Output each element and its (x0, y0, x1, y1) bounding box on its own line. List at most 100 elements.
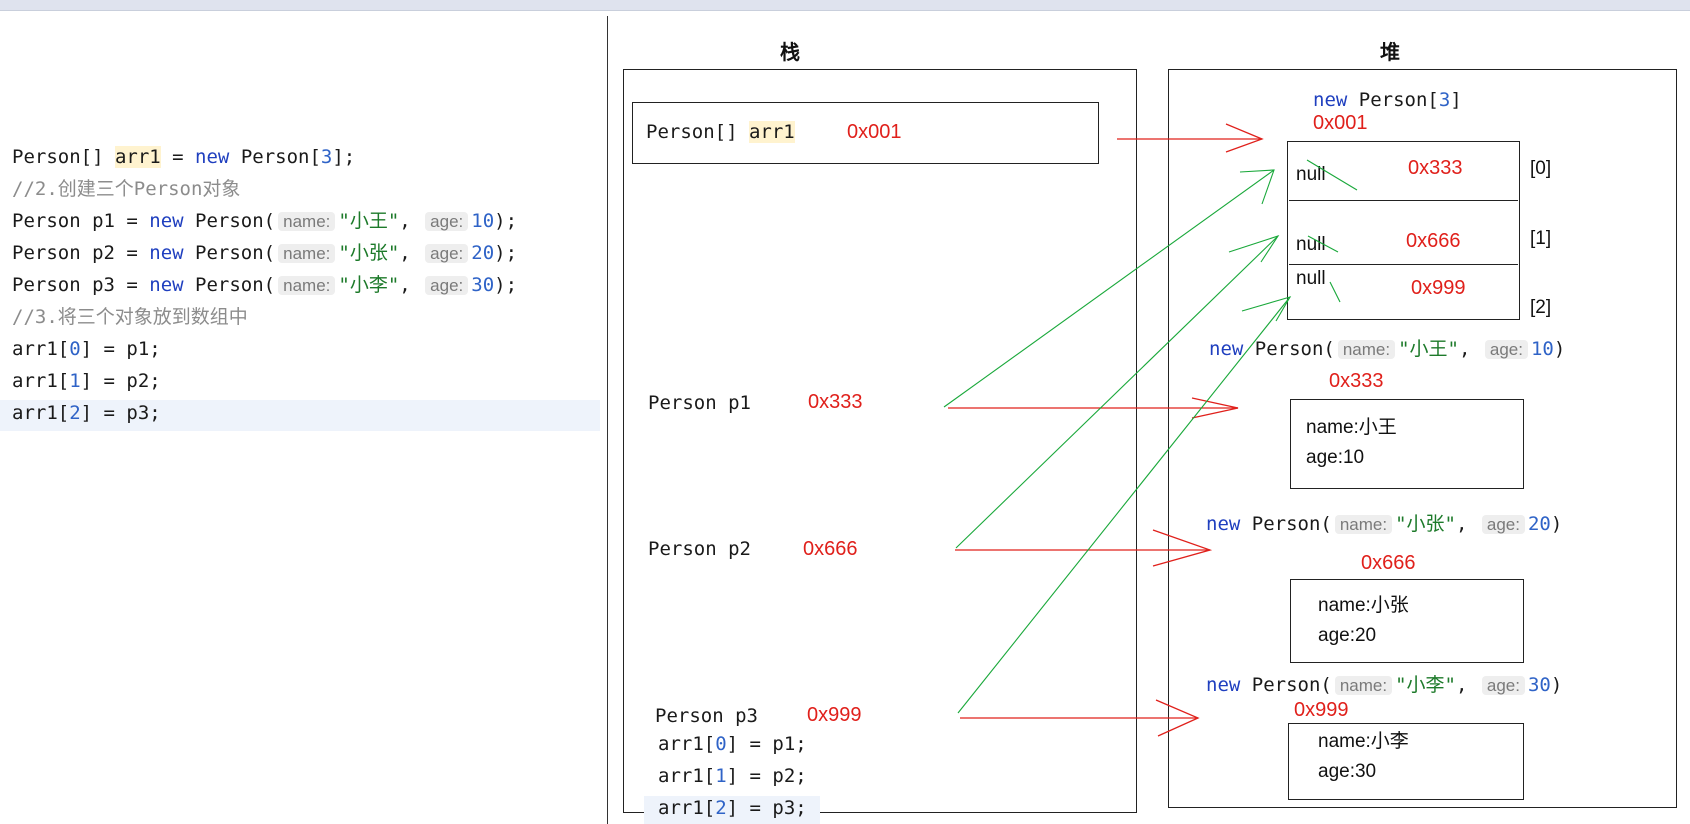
code-number: 30 (1527, 674, 1551, 696)
code-line-p1: Person p1 = new Person(name: "小王", age: 10… (12, 205, 517, 238)
stack-arr1-address: 0x001 (847, 121, 902, 143)
code-end: ) (1550, 513, 1563, 535)
code-keyword-new: new (149, 210, 184, 232)
code-assign-pre: arr1[ (658, 765, 716, 787)
code-decl: Person p2 = (12, 242, 150, 264)
code-number: 10 (1530, 338, 1554, 360)
heap-object-0-expr: new Person(name: "小王", age: 10) (1209, 333, 1565, 366)
code-number: 20 (1527, 513, 1551, 535)
stack-p3-address: 0x999 (807, 704, 862, 726)
param-hint-name: name: (278, 212, 336, 231)
code-index: 0 (69, 338, 81, 360)
code-string: "小李" (1395, 674, 1456, 696)
code-assign-pre: arr1[ (658, 733, 716, 755)
heap-object-2-name: name:小李 (1318, 731, 1409, 752)
code-keyword-new: new (149, 274, 184, 296)
stack-arr1-var: arr1 (748, 121, 795, 143)
code-keyword-new: new (1206, 513, 1241, 535)
heap-cell-2-index: [2] (1530, 297, 1552, 318)
code-keyword-new: new (195, 146, 230, 168)
code-line-assign-1: arr1[1] = p2; (12, 365, 161, 397)
code-ctor: Person( (1240, 513, 1332, 535)
code-index: 0 (715, 733, 727, 755)
code-ctor: Person( (183, 274, 276, 296)
window-top-strip (0, 0, 1690, 11)
code-ctor: Person( (1240, 674, 1332, 696)
code-sep: , (1455, 513, 1468, 535)
code-index: 1 (715, 765, 727, 787)
heap-cell-2-null: null (1296, 268, 1326, 289)
code-number: 3 (1438, 89, 1451, 111)
heap-object-1-name: name:小张 (1318, 595, 1409, 616)
heap-cell-1-null: null (1296, 234, 1326, 255)
stack-assign-0: arr1[0] = p1; (658, 728, 807, 760)
code-decl: Person p1 = (12, 210, 150, 232)
heap-object-0-age: age:10 (1306, 447, 1365, 468)
param-hint-age: age: (425, 244, 469, 263)
stack-p2-address: 0x666 (803, 538, 858, 560)
param-hint-age: age: (425, 276, 469, 295)
code-keyword-new: new (1313, 89, 1348, 111)
heap-object-2-expr: new Person(name: "小李", age: 30) (1206, 669, 1562, 702)
code-assign-post: ] = p2; (80, 370, 161, 392)
param-hint-name: name: (1334, 515, 1393, 534)
stack-title: 栈 (780, 42, 800, 64)
heap-object-1-expr: new Person(name: "小张", age: 20) (1206, 508, 1562, 541)
heap-array-cell-divider (1289, 200, 1518, 201)
code-number: 10 (471, 210, 495, 232)
code-comment-assign: //3.将三个对象放到数组中 (12, 306, 248, 328)
heap-object-2-address: 0x999 (1294, 699, 1349, 721)
param-hint-name: name: (1337, 340, 1396, 359)
code-line-array-decl: Person[] arr1 = new Person[3]; (12, 141, 355, 173)
code-eq: = (160, 146, 196, 168)
code-decl: Person p3 = (12, 274, 150, 296)
code-ctor: Person[ (1347, 89, 1439, 111)
stack-arr1-type: Person[] (646, 121, 749, 143)
stack-p2-label: Person p2 (648, 538, 751, 560)
heap-cell-0-index: [0] (1530, 158, 1552, 179)
code-var-arr1: arr1 (114, 146, 161, 168)
heap-object-1-age: age:20 (1318, 625, 1377, 646)
code-index: 2 (715, 797, 727, 819)
code-sep: , (1455, 674, 1468, 696)
stack-arr1-decl: Person[] arr1 (646, 116, 795, 148)
code-index: 2 (69, 402, 81, 424)
code-keyword-new: new (149, 242, 184, 264)
panel-divider (607, 16, 608, 824)
code-assign-post: ] = p3; (726, 797, 807, 819)
heap-title: 堆 (1380, 42, 1400, 64)
code-number: 20 (471, 242, 495, 264)
code-end: ) (1553, 338, 1566, 360)
code-keyword-new: new (1209, 338, 1244, 360)
code-number: 30 (471, 274, 495, 296)
param-hint-name: name: (278, 244, 336, 263)
code-ctor: Person( (183, 210, 276, 232)
code-line-p3: Person p3 = new Person(name: "小李", age: 30… (12, 269, 517, 302)
code-ctor: Person( (1243, 338, 1335, 360)
stack-p1-label: Person p1 (648, 392, 751, 414)
code-assign-pre: arr1[ (12, 370, 70, 392)
code-assign-pre: arr1[ (12, 402, 70, 424)
heap-array-cell-divider (1289, 264, 1518, 265)
heap-cell-0-address: 0x333 (1408, 157, 1463, 179)
code-line-assign-2: arr1[2] = p3; (12, 397, 161, 429)
param-hint-name: name: (1334, 676, 1393, 695)
param-hint-age: age: (1484, 340, 1528, 359)
heap-object-1-address: 0x666 (1361, 552, 1416, 574)
code-ctor: Person[ (229, 146, 321, 168)
heap-array-address: 0x001 (1313, 112, 1368, 134)
param-hint-name: name: (278, 276, 336, 295)
code-sep: , (399, 242, 411, 264)
param-hint-age: age: (1481, 515, 1525, 534)
heap-object-0-address: 0x333 (1329, 370, 1384, 392)
code-index: 1 (69, 370, 81, 392)
stack-p1-address: 0x333 (808, 391, 863, 413)
code-number: 3 (320, 146, 333, 168)
stack-assign-2: arr1[2] = p3; (658, 792, 807, 824)
code-ctor: Person( (183, 242, 276, 264)
code-assign-pre: arr1[ (658, 797, 716, 819)
code-assign-post: ] = p2; (726, 765, 807, 787)
code-sep: , (399, 274, 411, 296)
heap-cell-2-address: 0x999 (1411, 277, 1466, 299)
code-assign-pre: arr1[ (12, 338, 70, 360)
